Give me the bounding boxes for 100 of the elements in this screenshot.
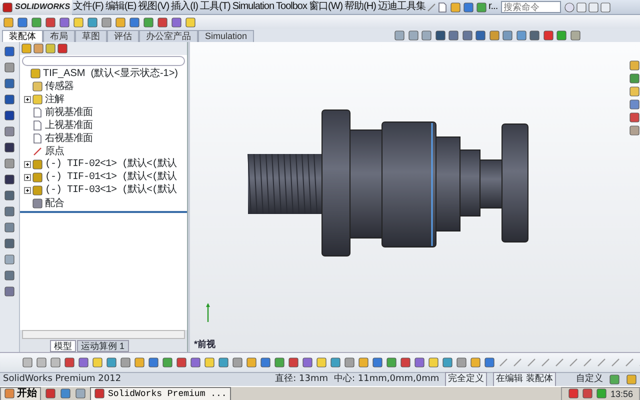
sketch-tool-icon[interactable]	[4, 286, 15, 297]
ribbon-tab[interactable]: 装配体	[2, 30, 43, 42]
view-toolbar-icon[interactable]	[516, 30, 527, 41]
ribbon-tab[interactable]: Simulation	[198, 30, 254, 42]
command-icon[interactable]	[64, 357, 75, 368]
start-button[interactable]: 开始	[0, 386, 41, 400]
command-icon[interactable]	[204, 357, 215, 368]
sketch-tool-icon[interactable]	[4, 190, 15, 201]
command-icon[interactable]	[470, 357, 481, 368]
view-toolbar-icon[interactable]	[462, 30, 473, 41]
toolbar-icon[interactable]	[45, 16, 56, 28]
command-icon[interactable]	[260, 357, 271, 368]
command-icon[interactable]	[344, 357, 355, 368]
view-toolbar-icon[interactable]	[421, 30, 432, 41]
view-toolbar-icon[interactable]	[475, 30, 486, 41]
view-toolbar-icon[interactable]	[542, 30, 554, 41]
command-icon[interactable]	[232, 357, 243, 368]
sketch-tool-icon[interactable]	[4, 46, 15, 57]
command-icon[interactable]	[372, 357, 383, 368]
toolbar-icon[interactable]	[171, 16, 182, 28]
tree-item[interactable]: 原点	[45, 146, 64, 158]
toolbar-icon[interactable]	[31, 16, 42, 28]
sketch-tool-icon[interactable]	[4, 270, 15, 281]
bottom-tab[interactable]: 运动算例 1	[77, 340, 129, 352]
sketch-entity-icon[interactable]	[624, 357, 635, 368]
view-toolbar-icon[interactable]	[434, 30, 446, 41]
view-toolbar-icon[interactable]	[570, 30, 581, 41]
command-icon[interactable]	[190, 357, 201, 368]
view-toolbar-icon[interactable]	[408, 30, 419, 41]
menu-item[interactable]: 窗口(W)	[308, 0, 344, 14]
command-icon[interactable]	[246, 357, 257, 368]
expand-icon[interactable]	[24, 96, 31, 103]
command-icon[interactable]	[484, 357, 495, 368]
command-icon[interactable]	[288, 357, 299, 368]
command-icon[interactable]	[400, 357, 411, 368]
tree-item[interactable]: 右视基准面	[45, 132, 92, 144]
search-field[interactable]: 搜索命令	[500, 1, 561, 13]
sketch-entity-icon[interactable]	[610, 357, 621, 368]
sketch-tool-icon[interactable]	[4, 238, 15, 249]
tree-item[interactable]: (-) TIF-03<1> (默认<(默认	[45, 184, 177, 196]
sketch-tool-icon[interactable]	[4, 174, 15, 185]
view-toolbar-icon[interactable]	[488, 30, 500, 41]
command-icon[interactable]	[148, 357, 159, 368]
command-icon[interactable]	[120, 357, 131, 368]
tray-icon[interactable]	[568, 388, 580, 399]
tree-item[interactable]: TIF_ASM (默认<显示状态-1>)	[43, 68, 178, 80]
sketch-entity-icon[interactable]	[582, 357, 593, 368]
new-document-icon[interactable]	[437, 2, 448, 12]
sketch-entity-icon[interactable]	[554, 357, 565, 368]
command-icon[interactable]	[414, 357, 425, 368]
command-icon[interactable]	[176, 357, 187, 368]
toolbar-icon[interactable]	[87, 16, 98, 28]
menu-item[interactable]: 工具(T)	[199, 0, 232, 14]
command-icon[interactable]	[134, 357, 145, 368]
toolbar-icon[interactable]	[185, 16, 196, 28]
view-toolbar-icon[interactable]	[394, 30, 406, 41]
tree-item[interactable]: 配合	[45, 198, 64, 210]
toolbar-icon[interactable]	[115, 16, 126, 28]
tree-item[interactable]: 上视基准面	[45, 120, 92, 132]
menu-item[interactable]: 文件(F)	[72, 0, 104, 14]
toolbar-icon[interactable]	[101, 16, 112, 28]
toolbar-icon[interactable]	[157, 16, 168, 28]
menu-item[interactable]: 帮助(H)	[344, 0, 377, 14]
sketch-tool-icon[interactable]	[4, 126, 15, 137]
view-toolbar-icon[interactable]	[556, 30, 568, 41]
menu-item[interactable]: r...	[487, 0, 499, 14]
command-icon[interactable]	[456, 357, 467, 368]
horizontal-scrollbar[interactable]	[22, 330, 185, 339]
command-icon[interactable]	[274, 357, 285, 368]
command-icon[interactable]	[358, 357, 369, 368]
sketch-tool-icon[interactable]	[4, 158, 15, 169]
menu-item[interactable]: 插入(I)	[170, 0, 200, 14]
command-icon[interactable]	[92, 357, 103, 368]
view-toolbar-icon[interactable]	[529, 30, 540, 41]
tree-item[interactable]: (-) TIF-02<1> (默认<(默认	[45, 158, 177, 170]
ribbon-tab[interactable]: 评估	[107, 30, 139, 42]
sketch-entity-icon[interactable]	[526, 357, 537, 368]
toolbar-icon[interactable]	[143, 16, 154, 28]
ribbon-tab[interactable]: 布局	[43, 30, 75, 42]
command-icon[interactable]	[442, 357, 453, 368]
sketch-tool-icon[interactable]	[4, 142, 15, 153]
toolbar-icon[interactable]	[59, 16, 70, 28]
sketch-tool-icon[interactable]	[4, 206, 15, 217]
expand-icon[interactable]	[24, 187, 31, 194]
sketch-tool-icon[interactable]	[4, 94, 15, 105]
sketch-entity-icon[interactable]	[568, 357, 579, 368]
command-icon[interactable]	[162, 357, 173, 368]
tray-icon[interactable]	[582, 388, 594, 399]
view-toolbar-icon[interactable]	[502, 30, 514, 41]
command-icon[interactable]	[330, 357, 341, 368]
menu-item[interactable]: 视图(V)	[137, 0, 170, 14]
sketch-entity-icon[interactable]	[498, 357, 509, 368]
command-icon[interactable]	[302, 357, 313, 368]
sketch-entity-icon[interactable]	[596, 357, 607, 368]
toolbar-icon[interactable]	[17, 16, 28, 28]
command-icon[interactable]	[78, 357, 89, 368]
menu-item[interactable]: Toolbox	[275, 0, 308, 14]
command-icon[interactable]	[386, 357, 397, 368]
tray-icon[interactable]	[596, 388, 608, 399]
tree-item[interactable]: 传感器	[45, 80, 74, 92]
